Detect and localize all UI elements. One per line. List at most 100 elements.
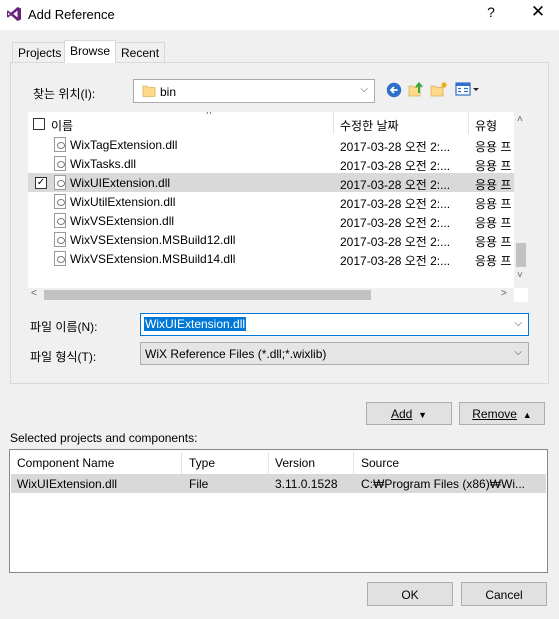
chevron-down-icon: ⌵	[360, 84, 368, 95]
vertical-scrollbar[interactable]: ˄ ˅	[514, 112, 528, 288]
add-button-label: Add	[390, 407, 413, 421]
file-name: WixTasks.dll	[70, 157, 137, 171]
file-date: 2017-03-28 오전 2:...	[340, 159, 451, 173]
tab-recent[interactable]: Recent	[115, 42, 166, 62]
file-type: 응용 프	[475, 178, 512, 192]
file-name: WixVSExtension.dll	[70, 214, 175, 228]
file-list[interactable]: ˄ 이름 수정한 날짜 유형 WixTagExtension.dll 2017-…	[28, 112, 528, 302]
file-date: 2017-03-28 오전 2:...	[340, 178, 451, 192]
view-menu-icon[interactable]	[455, 81, 481, 98]
dll-file-icon	[54, 156, 66, 171]
column-divider[interactable]	[353, 452, 354, 474]
help-button[interactable]: ?	[481, 4, 501, 24]
selected-components-list[interactable]: Component Name Type Version Source WixUI…	[9, 449, 548, 573]
select-all-checkbox[interactable]	[33, 118, 45, 130]
folder-icon	[142, 85, 156, 97]
dll-file-icon	[54, 194, 66, 209]
dll-file-icon	[54, 137, 66, 152]
file-row[interactable]: WixVSExtension.MSBuild14.dll 2017-03-28 …	[28, 249, 514, 268]
look-in-combo[interactable]: bin ⌵	[133, 79, 375, 103]
look-in-value: bin	[160, 85, 177, 99]
horizontal-scrollbar[interactable]: < >	[28, 288, 514, 302]
file-type: 응용 프	[475, 159, 512, 173]
scroll-left-icon[interactable]: <	[31, 288, 37, 299]
file-name: WixVSExtension.MSBuild14.dll	[70, 252, 236, 266]
dll-file-icon	[54, 213, 66, 228]
component-version: 3.11.0.1528	[275, 477, 338, 491]
add-button[interactable]: Add ▼	[366, 402, 452, 425]
file-type: 응용 프	[475, 197, 512, 211]
column-divider[interactable]	[181, 452, 182, 474]
file-row[interactable]: WixVSExtension.dll 2017-03-28 오전 2:... 응…	[28, 211, 514, 230]
file-name: WixTagExtension.dll	[70, 138, 178, 152]
dll-file-icon	[54, 175, 66, 190]
file-name: WixUIExtension.dll	[70, 176, 171, 190]
dropdown-up-icon: ▲	[520, 410, 532, 420]
chevron-down-icon[interactable]: ⌵	[514, 347, 522, 358]
file-date: 2017-03-28 오전 2:...	[340, 216, 451, 230]
file-type: 응용 프	[475, 254, 512, 268]
file-row[interactable]: WixTagExtension.dll 2017-03-28 오전 2:... …	[28, 135, 514, 154]
scroll-down-icon[interactable]: ˅	[517, 270, 523, 281]
file-type-value: WiX Reference Files (*.dll;*.wixlib)	[145, 347, 327, 361]
component-name: WixUIExtension.dll	[17, 477, 118, 491]
file-type: 응용 프	[475, 216, 512, 230]
column-divider[interactable]	[333, 112, 334, 134]
row-checkbox-checked[interactable]: ✓	[35, 177, 47, 189]
column-header-version[interactable]: Version	[275, 454, 315, 474]
dropdown-down-icon: ▼	[415, 410, 428, 420]
file-row[interactable]: WixTasks.dll 2017-03-28 오전 2:... 응용 프	[28, 154, 514, 173]
file-name: WixVSExtension.MSBuild12.dll	[70, 233, 236, 247]
file-name: WixUtilExtension.dll	[70, 195, 176, 209]
file-name-input[interactable]: WixUIExtension.dll	[144, 317, 247, 331]
window-title: Add Reference	[28, 7, 115, 22]
file-row[interactable]: WixVSExtension.MSBuild12.dll 2017-03-28 …	[28, 230, 514, 249]
ok-button[interactable]: OK	[367, 582, 453, 606]
file-type-select[interactable]: WiX Reference Files (*.dll;*.wixlib) ⌵	[140, 342, 529, 365]
column-header-type[interactable]: 유형	[475, 112, 497, 134]
visual-studio-icon	[7, 7, 21, 21]
file-row[interactable]: WixUtilExtension.dll 2017-03-28 오전 2:...…	[28, 192, 514, 211]
dll-file-icon	[54, 232, 66, 247]
table-row[interactable]: WixUIExtension.dll File 3.11.0.1528 C:₩P…	[11, 474, 546, 493]
file-date: 2017-03-28 오전 2:...	[340, 254, 451, 268]
selected-components-label: Selected projects and components:	[10, 431, 198, 445]
scroll-up-icon[interactable]: ˄	[517, 114, 523, 125]
component-type: File	[189, 477, 209, 491]
sort-up-icon: ˄	[206, 112, 212, 118]
remove-button[interactable]: Remove ▲	[459, 402, 545, 425]
column-header-type[interactable]: Type	[189, 454, 215, 474]
remove-button-label: Remove	[472, 407, 517, 421]
file-date: 2017-03-28 오전 2:...	[340, 197, 451, 211]
column-header-source[interactable]: Source	[361, 454, 399, 474]
tab-projects[interactable]: Projects	[12, 42, 68, 62]
list-header: ˄ 이름 수정한 날짜 유형	[28, 112, 528, 134]
cancel-button[interactable]: Cancel	[461, 582, 547, 606]
file-name-label: 파일 이름(N):	[30, 320, 98, 334]
column-header-name[interactable]: 이름	[51, 112, 73, 134]
column-divider[interactable]	[468, 112, 469, 134]
column-divider[interactable]	[268, 452, 269, 474]
file-type-label: 파일 형식(T):	[30, 350, 97, 364]
component-source: C:₩Program Files (x86)₩Wi...	[361, 477, 526, 491]
scroll-right-icon[interactable]: >	[501, 288, 507, 299]
file-row-selected[interactable]: ✓ WixUIExtension.dll 2017-03-28 오전 2:...…	[28, 173, 514, 192]
file-type: 응용 프	[475, 140, 512, 154]
column-header-date[interactable]: 수정한 날짜	[340, 112, 399, 134]
file-date: 2017-03-28 오전 2:...	[340, 140, 451, 154]
file-type: 응용 프	[475, 235, 512, 249]
back-icon[interactable]	[386, 82, 402, 98]
file-name-combo[interactable]: WixUIExtension.dll ⌵	[140, 313, 529, 336]
chevron-down-icon[interactable]: ⌵	[514, 318, 522, 329]
file-date: 2017-03-28 오전 2:...	[340, 235, 451, 249]
close-button[interactable]: ✕	[526, 2, 550, 26]
title-bar: Add Reference ? ✕	[0, 0, 559, 30]
new-folder-icon[interactable]	[430, 81, 448, 98]
look-in-label: 찾는 위치(I):	[33, 87, 96, 101]
vertical-scroll-thumb[interactable]	[516, 243, 526, 267]
tab-browse[interactable]: Browse	[64, 40, 117, 63]
column-header-component[interactable]: Component Name	[17, 454, 114, 474]
dll-file-icon	[54, 251, 66, 266]
horizontal-scroll-thumb[interactable]	[44, 290, 371, 300]
up-folder-icon[interactable]	[408, 81, 424, 97]
